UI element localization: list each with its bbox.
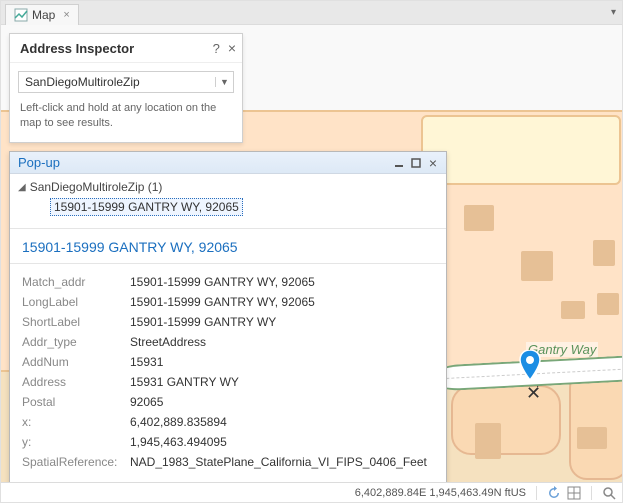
tab-label: Map (32, 8, 55, 22)
attribute-row: Address15931 GANTRY WY (22, 372, 434, 392)
attribute-value: 1,945,463.494095 (130, 435, 434, 449)
attribute-key: Addr_type (22, 335, 130, 349)
address-inspector-hint: Left-click and hold at any location on t… (10, 101, 242, 142)
tree-group-label: SanDiegoMultiroleZip (1) (30, 180, 163, 194)
address-inspector-title: Address Inspector (20, 41, 213, 56)
view-menu-caret[interactable]: ▾ (611, 7, 616, 18)
app-frame: Map × ▾ Gantry Way ✕· (0, 0, 623, 503)
attribute-key: Match_addr (22, 275, 130, 289)
attribute-key: Postal (22, 395, 130, 409)
attribute-value: 15901-15999 GANTRY WY, 92065 (130, 275, 434, 289)
grid-icon[interactable] (567, 486, 581, 500)
close-icon[interactable]: × (426, 156, 440, 170)
map-marker-icon (519, 350, 541, 380)
popup-header-address: 15901-15999 GANTRY WY, 92065 (10, 231, 446, 264)
chevron-down-icon: ▼ (215, 77, 233, 87)
attribute-row: Addr_typeStreetAddress (22, 332, 434, 352)
tab-bar: Map × ▾ (1, 1, 622, 25)
address-inspector-panel: Address Inspector ? × SanDiegoMultiroleZ… (9, 33, 243, 143)
attribute-list: Match_addr15901-15999 GANTRY WY, 92065Lo… (10, 264, 446, 482)
attribute-value: StreetAddress (130, 335, 434, 349)
attribute-value: 92065 (130, 395, 434, 409)
attribute-key: x: (22, 415, 130, 429)
attribute-key: Address (22, 375, 130, 389)
popup-tree: ◢ SanDiegoMultiroleZip (1) 15901-15999 G… (10, 174, 446, 226)
map-icon (14, 8, 28, 22)
help-icon[interactable]: ? (213, 41, 220, 56)
attribute-row: LongLabel15901-15999 GANTRY WY, 92065 (22, 292, 434, 312)
attribute-key: SpatialReference: (22, 455, 130, 469)
popup-panel: Pop-up × ◢ SanDiegoMultiroleZip (1) 1590… (9, 151, 447, 483)
close-icon[interactable]: × (228, 40, 236, 56)
attribute-value: 15901-15999 GANTRY WY, 92065 (130, 295, 434, 309)
attribute-value: 15901-15999 GANTRY WY (130, 315, 434, 329)
status-coordinates: 6,402,889.84E 1,945,463.49N ftUS (355, 487, 526, 499)
attribute-row: AddNum15931 (22, 352, 434, 372)
popup-title: Pop-up (18, 155, 389, 170)
tab-map[interactable]: Map × (5, 4, 79, 25)
attribute-row: Postal92065 (22, 392, 434, 412)
maximize-icon[interactable] (409, 156, 423, 170)
attribute-key: y: (22, 435, 130, 449)
tree-item[interactable]: 15901-15999 GANTRY WY, 92065 (50, 198, 243, 216)
attribute-row: SpatialReference:NAD_1983_StatePlane_Cal… (22, 452, 434, 472)
crosshair-icon: ✕· (526, 383, 541, 404)
status-bar: 6,402,889.84E 1,945,463.49N ftUS (1, 482, 622, 502)
locator-select-value: SanDiegoMultiroleZip (19, 75, 215, 89)
tree-collapse-icon[interactable]: ◢ (18, 182, 26, 193)
attribute-row: Match_addr15901-15999 GANTRY WY, 92065 (22, 272, 434, 292)
attribute-value: NAD_1983_StatePlane_California_VI_FIPS_0… (130, 455, 434, 469)
attribute-row: y:1,945,463.494095 (22, 432, 434, 452)
refresh-icon[interactable] (547, 486, 561, 500)
attribute-row: x:6,402,889.835894 (22, 412, 434, 432)
attribute-value: 6,402,889.835894 (130, 415, 434, 429)
tab-close-icon[interactable]: × (63, 9, 69, 21)
attribute-value: 15931 (130, 355, 434, 369)
attribute-key: LongLabel (22, 295, 130, 309)
locator-select[interactable]: SanDiegoMultiroleZip ▼ (18, 71, 234, 93)
attribute-key: AddNum (22, 355, 130, 369)
minimize-icon[interactable] (392, 156, 406, 170)
attribute-value: 15931 GANTRY WY (130, 375, 434, 389)
search-icon[interactable] (602, 486, 616, 500)
attribute-row: ShortLabel15901-15999 GANTRY WY (22, 312, 434, 332)
attribute-key: ShortLabel (22, 315, 130, 329)
tree-group[interactable]: ◢ SanDiegoMultiroleZip (1) (18, 180, 438, 194)
popup-titlebar[interactable]: Pop-up × (10, 152, 446, 174)
